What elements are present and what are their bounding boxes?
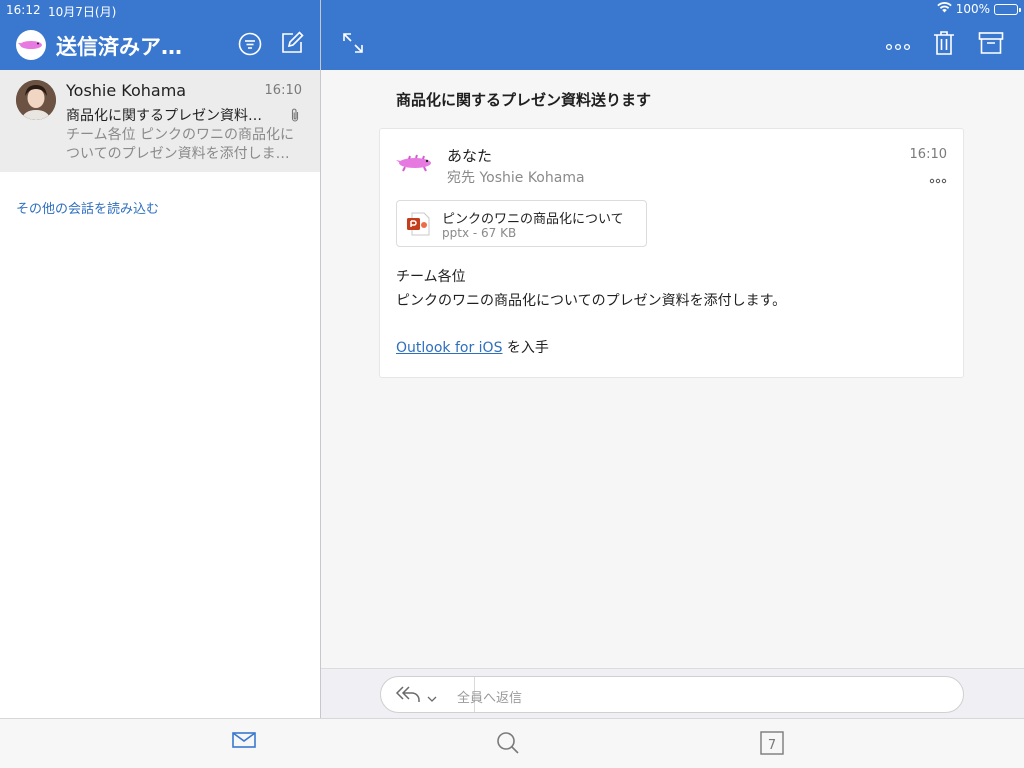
status-date: 10月7日(月) <box>48 5 117 19</box>
list-header: 送信済みア… <box>0 20 320 70</box>
status-bar: 16:12 10月7日(月) 100% <box>0 0 1024 20</box>
message-list: Yoshie Kohama 16:10 商品化に関するプレゼン資料… チーム各位… <box>0 70 320 718</box>
status-time: 16:12 <box>6 3 41 17</box>
delete-button[interactable] <box>932 31 956 59</box>
chevron-down-icon <box>427 687 437 706</box>
compose-button[interactable] <box>278 31 306 59</box>
account-avatar[interactable] <box>16 30 46 60</box>
reply-placeholder: 全員へ返信 <box>457 691 523 706</box>
tab-calendar[interactable]: 7 <box>760 731 784 759</box>
attachment-name: ピンクのワニの商品化について <box>442 212 624 227</box>
reply-all-field[interactable]: 全員へ返信 <box>380 676 964 713</box>
trash-icon <box>933 30 955 60</box>
compose-icon <box>280 31 304 59</box>
expand-icon <box>342 32 364 58</box>
message-more-icon[interactable] <box>929 169 947 188</box>
reply-bar: 全員へ返信 <box>321 668 1024 718</box>
message-body: チーム各位 ピンクのワニの商品化についてのプレゼン資料を添付します。 <box>396 265 786 313</box>
list-item-subject: 商品化に関するプレゼン資料… <box>66 108 262 124</box>
from-name[interactable]: あなた <box>447 145 492 166</box>
list-item-sender: Yoshie Kohama <box>66 81 187 100</box>
list-item-preview: チーム各位 ピンクのワニの商品化についてのプレゼン資料を添付しま… <box>66 127 295 162</box>
recipient-line[interactable]: 宛先 Yoshie Kohama <box>447 167 585 187</box>
more-button[interactable] <box>883 33 913 57</box>
archive-button[interactable] <box>977 31 1005 59</box>
message-time: 16:10 <box>909 147 947 162</box>
tab-mail[interactable] <box>232 731 256 753</box>
battery-percent: 100% <box>955 2 990 16</box>
reply-all-icon <box>395 684 421 708</box>
outlook-ios-link[interactable]: Outlook for iOS <box>396 340 502 356</box>
reading-header <box>321 20 1024 70</box>
filter-button[interactable] <box>236 32 264 60</box>
reading-pane: 商品化に関するプレゼン資料送ります あなた 宛先 Yoshie Kohama 1… <box>321 70 1024 668</box>
battery-icon <box>994 3 1021 15</box>
more-icon <box>885 36 911 55</box>
filter-icon <box>238 32 262 60</box>
tab-search[interactable] <box>496 731 520 759</box>
list-item-time: 16:10 <box>264 83 302 98</box>
email-subject: 商品化に関するプレゼン資料送ります <box>396 91 652 109</box>
archive-icon <box>978 31 1004 59</box>
signature: Outlook for iOS を入手 <box>396 337 549 357</box>
wifi-icon <box>936 2 952 16</box>
message-card: あなた 宛先 Yoshie Kohama 16:10 ピンクのワニの商品化につい… <box>379 128 964 378</box>
status-right: 100% <box>936 2 1021 16</box>
reply-options-button[interactable] <box>395 684 437 708</box>
folder-title[interactable]: 送信済みア… <box>56 31 182 61</box>
mail-icon <box>232 732 256 753</box>
attachment-card[interactable]: ピンクのワニの商品化について pptx - 67 KB <box>396 200 647 247</box>
expand-button[interactable] <box>341 33 365 57</box>
load-more-link[interactable]: その他の会話を読み込む <box>16 198 159 217</box>
body-line: チーム各位 <box>396 269 466 285</box>
list-item[interactable]: Yoshie Kohama 16:10 商品化に関するプレゼン資料… チーム各位… <box>0 70 320 172</box>
attachment-meta: pptx - 67 KB <box>442 226 517 240</box>
search-icon <box>496 732 520 759</box>
body-line: ピンクのワニの商品化についてのプレゼン資料を添付します。 <box>396 293 787 309</box>
tab-bar: 7 <box>0 718 1024 768</box>
attachment-icon <box>290 107 300 127</box>
powerpoint-file-icon <box>406 212 430 240</box>
calendar-day: 7 <box>768 738 776 753</box>
avatar <box>16 80 56 120</box>
calendar-icon: 7 <box>760 731 784 759</box>
signature-suffix: を入手 <box>502 340 549 356</box>
croc-avatar-icon <box>396 149 436 175</box>
